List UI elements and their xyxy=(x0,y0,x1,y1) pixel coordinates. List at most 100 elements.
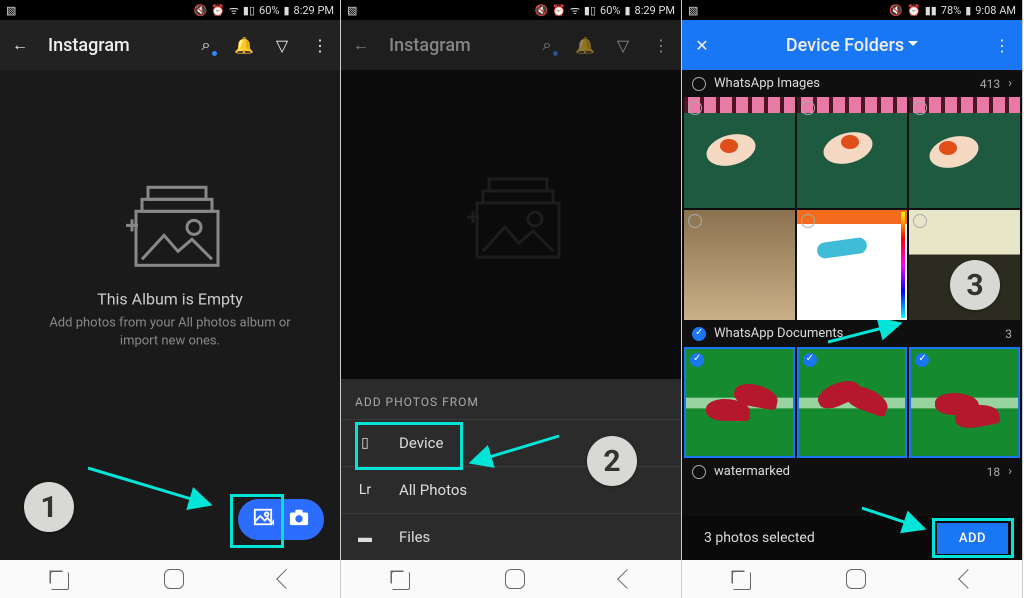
select-radio[interactable] xyxy=(803,353,817,367)
nav-recent-button[interactable] xyxy=(392,572,410,590)
select-all-radio[interactable] xyxy=(692,327,706,341)
select-all-radio[interactable] xyxy=(692,77,706,91)
add-button[interactable]: ADD xyxy=(937,523,1008,554)
empty-state: This Album is Empty Add photos from your… xyxy=(40,181,300,350)
sheet-title: ADD PHOTOS FROM xyxy=(341,379,681,419)
battery-icon: ▮ xyxy=(283,4,289,17)
folder-count: 18 xyxy=(987,465,1001,479)
empty-title: This Album is Empty xyxy=(40,289,300,308)
alarm-icon: ⏰ xyxy=(552,4,566,17)
battery-percent: 60% xyxy=(600,4,620,17)
status-bar: ▧ 🔇 ⏰ ▮▮ 78% ▮ 9:08 AM xyxy=(682,0,1022,20)
folder-header-whatsapp-documents[interactable]: WhatsApp Documents 3 xyxy=(682,320,1022,347)
clock: 8:29 PM xyxy=(294,4,334,17)
sheet-row-label: Device xyxy=(399,434,443,452)
select-radio[interactable] xyxy=(688,101,702,115)
content-area: This Album is Empty Add photos from your… xyxy=(0,70,340,560)
thumbnail[interactable] xyxy=(684,347,795,458)
folder-dropdown[interactable]: Device Folders xyxy=(730,35,974,56)
folder-name: watermarked xyxy=(714,464,790,479)
battery-percent: 78% xyxy=(941,4,961,17)
nosound-icon: 🔇 xyxy=(534,4,548,17)
signal-icon: ▮▮ xyxy=(925,4,937,17)
select-radio[interactable] xyxy=(801,101,815,115)
select-radio[interactable] xyxy=(913,214,927,228)
signal-icon: ▮▯ xyxy=(584,4,596,17)
nav-recent-button[interactable] xyxy=(51,572,69,590)
folder-count: 413 xyxy=(980,77,1000,91)
add-image-icon[interactable] xyxy=(252,507,274,532)
app-bar: ✕ Device Folders ⋮ xyxy=(682,20,1022,70)
folder-count: 3 xyxy=(1005,327,1012,341)
android-nav-bar xyxy=(682,560,1022,598)
select-all-radio[interactable] xyxy=(692,465,706,479)
filter-icon[interactable]: ▽ xyxy=(272,36,292,55)
arrow-1 xyxy=(88,460,218,520)
thumbnail-row xyxy=(682,347,1022,458)
add-photos-fab[interactable] xyxy=(238,499,324,540)
thumbnail[interactable] xyxy=(797,97,908,208)
nav-back-button[interactable] xyxy=(958,569,978,589)
battery-icon: ▮ xyxy=(965,4,971,17)
bell-icon[interactable]: 🔔 xyxy=(575,36,595,55)
more-icon[interactable]: ⋮ xyxy=(651,36,671,55)
nav-recent-button[interactable] xyxy=(733,572,751,590)
thumbnail[interactable] xyxy=(684,210,795,321)
step-badge-1: 1 xyxy=(24,482,74,532)
select-radio[interactable] xyxy=(690,353,704,367)
phone-icon: ▯ xyxy=(355,435,375,451)
search-icon[interactable]: ⌕ xyxy=(196,35,216,55)
toast-text: 3 photos selected xyxy=(704,530,815,546)
folder-name: WhatsApp Images xyxy=(714,76,820,91)
signal-icon: ▮▯ xyxy=(243,4,255,17)
nav-back-button[interactable] xyxy=(276,569,296,589)
more-icon[interactable]: ⋮ xyxy=(992,36,1012,55)
empty-album-icon xyxy=(120,181,220,271)
nav-home-button[interactable] xyxy=(164,569,184,589)
nav-back-button[interactable] xyxy=(617,569,637,589)
picture-icon: ▧ xyxy=(6,4,16,17)
status-bar: ▧ 🔇 ⏰ ᯤ ▮▯ 60% ▮ 8:29 PM xyxy=(341,0,681,20)
search-icon[interactable]: ⌕ xyxy=(537,35,557,55)
phone-screen-1: ▧ 🔇 ⏰ ᯤ ▮▯ 60% ▮ 8:29 PM ← Instagram ⌕ 🔔… xyxy=(0,0,341,598)
page-title: Instagram xyxy=(389,35,519,56)
thumbnail-row xyxy=(682,97,1022,208)
thumbnail[interactable] xyxy=(684,97,795,208)
nav-home-button[interactable] xyxy=(505,569,525,589)
status-bar: ▧ 🔇 ⏰ ᯤ ▮▯ 60% ▮ 8:29 PM xyxy=(0,0,340,20)
bell-icon[interactable]: 🔔 xyxy=(234,36,254,55)
phone-screen-3: ▧ 🔇 ⏰ ▮▮ 78% ▮ 9:08 AM ✕ Device Folders … xyxy=(682,0,1023,598)
battery-percent: 60% xyxy=(259,4,279,17)
nav-home-button[interactable] xyxy=(846,569,866,589)
thumbnail[interactable] xyxy=(797,210,908,321)
filter-icon[interactable]: ▽ xyxy=(613,36,633,55)
sheet-row-files[interactable]: ▬ Files xyxy=(341,513,681,560)
close-icon[interactable]: ✕ xyxy=(692,36,712,55)
lightroom-icon: Lr xyxy=(355,482,375,498)
content-area: WhatsApp Images 413 › WhatsApp Documents… xyxy=(682,70,1022,560)
back-icon[interactable]: ← xyxy=(10,35,30,55)
select-radio[interactable] xyxy=(915,353,929,367)
thumbnail[interactable] xyxy=(797,347,908,458)
camera-icon[interactable] xyxy=(288,507,310,532)
sheet-row-label: All Photos xyxy=(399,481,467,499)
app-bar: ← Instagram ⌕ 🔔 ▽ ⋮ xyxy=(341,20,681,70)
folder-header-whatsapp-images[interactable]: WhatsApp Images 413 › xyxy=(682,70,1022,97)
android-nav-bar xyxy=(341,560,681,598)
empty-subtitle: Add photos from your All photos album or… xyxy=(40,314,300,350)
battery-icon: ▮ xyxy=(624,4,630,17)
select-radio[interactable] xyxy=(688,214,702,228)
select-radio[interactable] xyxy=(801,214,815,228)
folder-name: WhatsApp Documents xyxy=(714,326,843,341)
content-area: ADD PHOTOS FROM ▯ Device Lr All Photos ▬… xyxy=(341,70,681,560)
page-title: Instagram xyxy=(48,35,178,56)
folder-header-watermarked[interactable]: watermarked 18 › xyxy=(682,458,1022,485)
thumbnail[interactable] xyxy=(909,347,1020,458)
wifi-icon: ᯤ xyxy=(570,3,580,18)
chevron-right-icon: › xyxy=(1008,76,1012,91)
thumbnail[interactable] xyxy=(909,97,1020,208)
phone-screen-2: ▧ 🔇 ⏰ ᯤ ▮▯ 60% ▮ 8:29 PM ← Instagram ⌕ 🔔… xyxy=(341,0,682,598)
more-icon[interactable]: ⋮ xyxy=(310,36,330,55)
nosound-icon: 🔇 xyxy=(193,4,207,17)
back-icon[interactable]: ← xyxy=(351,35,371,55)
